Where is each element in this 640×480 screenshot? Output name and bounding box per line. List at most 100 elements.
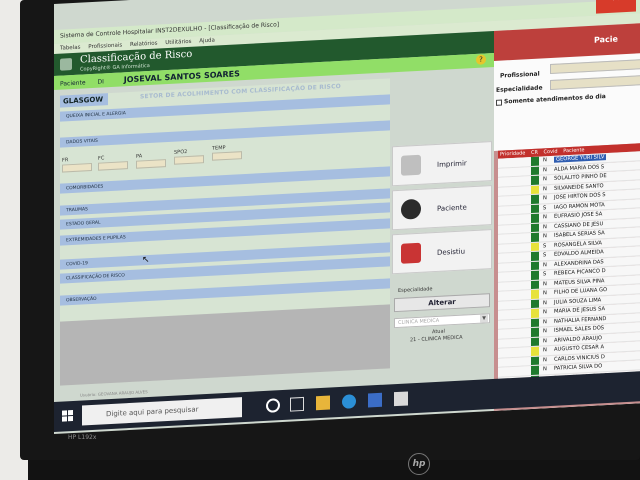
covid-cell: N: [543, 328, 547, 335]
patient-name-cell: MARIA DE JESUS SA: [554, 306, 606, 315]
patient-name-cell: PATRICIA SILVA DO: [554, 363, 603, 372]
windows-start-icon[interactable]: [62, 410, 74, 423]
covid-cell: N: [543, 337, 547, 344]
covid-cell: N: [543, 233, 547, 240]
tab-glasgow[interactable]: GLASGOW: [60, 93, 108, 108]
covid-cell: N: [543, 214, 547, 221]
imprimir-button[interactable]: Imprimir: [392, 141, 492, 187]
file-explorer-icon[interactable]: [316, 395, 330, 411]
photo: ☺ Sistema de Controle Hospitalar INST2DE…: [0, 0, 640, 480]
covid-cell: N: [543, 185, 547, 192]
especialidade-field[interactable]: [550, 74, 640, 91]
especialidade-label: Especialidade: [398, 286, 433, 294]
patient-name-cell: ISABELA SERIAS SA: [554, 230, 605, 239]
menu-relatorios[interactable]: Relatórios: [130, 41, 157, 48]
paciente-button[interactable]: Paciente: [392, 185, 492, 231]
especialidade-filter-label: Especialidade: [496, 84, 543, 94]
close-button[interactable]: ×: [596, 0, 636, 14]
menu-profissionais[interactable]: Profissionais: [88, 42, 122, 50]
vital-fr-label: FR: [62, 157, 69, 164]
covid-cell: S: [543, 204, 547, 211]
vital-fc-label: FC: [98, 155, 105, 162]
empty-area: [60, 304, 390, 386]
col-cr[interactable]: CR: [531, 150, 538, 156]
taskbar-search-input[interactable]: Digite aqui para pesquisar: [82, 397, 242, 426]
chevron-down-icon: ▼: [480, 314, 488, 323]
risk-color-cell: [531, 204, 539, 215]
patient-name-cell: ROSANGELA SILVA: [554, 239, 602, 249]
edge-icon[interactable]: [342, 394, 356, 409]
covid-cell: S: [543, 271, 547, 278]
checkbox-icon: [496, 99, 502, 106]
temp-input[interactable]: [212, 151, 242, 161]
risk-color-cell: [531, 318, 539, 329]
vital-pa-label: PA: [136, 153, 143, 160]
covid-cell: N: [543, 356, 547, 363]
atual-value: 21 - CLINICA MEDICA: [410, 334, 463, 344]
covid-cell: N: [543, 366, 547, 373]
covid-cell: N: [543, 166, 547, 173]
risk-color-cell: [531, 327, 539, 338]
risk-color-cell: [531, 308, 539, 319]
covid-cell: N: [543, 299, 547, 306]
patient-name-cell: FILHO DE LUANA GO: [554, 287, 608, 296]
section-queixa[interactable]: QUEIXA INICIAL E ALERGIA: [60, 94, 390, 122]
task-view-icon[interactable]: [290, 396, 304, 412]
menu-tabelas[interactable]: Tabelas: [60, 45, 80, 52]
snipping-tool-icon[interactable]: [394, 391, 408, 407]
covid-cell: S: [543, 252, 547, 259]
risk-color-cell: [531, 346, 539, 357]
patient-name-cell: MATEUS SILVA PINA: [554, 277, 605, 287]
risk-color-cell: [531, 232, 539, 243]
covid-cell: N: [543, 261, 547, 268]
printer-icon: [401, 154, 421, 176]
spo2-input[interactable]: [174, 155, 204, 165]
profissional-field[interactable]: [550, 58, 640, 75]
risk-color-cell: [531, 280, 539, 291]
patient-label: Paciente: [60, 79, 86, 88]
fr-input[interactable]: [62, 163, 92, 173]
patient-name-cell: IAGO RAMON MOTA: [554, 201, 605, 211]
cortana-icon[interactable]: [266, 398, 280, 413]
covid-cell: N: [543, 318, 547, 325]
microphone-icon: [401, 198, 421, 220]
somente-checkbox[interactable]: Somente atendimentos do dia: [496, 93, 606, 106]
pa-input[interactable]: [136, 159, 166, 169]
menu-ajuda[interactable]: Ajuda: [199, 38, 215, 45]
col-paciente[interactable]: Paciente: [563, 147, 584, 154]
risk-color-cell: [531, 365, 539, 376]
covid-cell: N: [543, 223, 547, 230]
section-observacao[interactable]: OBSERVAÇÃO: [60, 278, 390, 306]
queue-rows: N GEORGE YURI SILV N ALDA MARIA DOS S N SOLAL…: [498, 151, 640, 406]
desistiu-button[interactable]: Desistiu: [392, 229, 492, 275]
col-covid[interactable]: Covid: [544, 149, 558, 156]
triage-form: GLASGOW SETOR DE ACOLHIMENTO COM CLASSIF…: [60, 78, 390, 386]
especialidade-select[interactable]: CLINICA MEDICA ▼: [394, 313, 490, 329]
vital-temp-label: TEMP: [212, 145, 226, 152]
risk-color-cell: [531, 242, 539, 253]
fc-input[interactable]: [98, 161, 128, 171]
risk-color-cell: [531, 156, 539, 167]
risk-color-cell: [531, 194, 539, 205]
help-icon[interactable]: ?: [476, 54, 486, 65]
somente-label: Somente atendimentos do dia: [504, 93, 606, 106]
risk-color-cell: [531, 223, 539, 234]
menu-utilitarios[interactable]: Utilitários: [165, 39, 191, 46]
alterar-button[interactable]: Alterar: [394, 293, 490, 313]
vital-spo2: SPO2: [174, 148, 204, 165]
patient-name-cell: SOLALITO PINHO DE: [554, 173, 607, 182]
risk-color-cell: [531, 270, 539, 281]
risk-color-cell: [531, 356, 539, 367]
vital-fc: FC: [98, 154, 128, 171]
covid-cell: N: [543, 290, 547, 297]
especialidade-select-value: CLINICA MEDICA: [398, 317, 440, 326]
patient-queue: Prioridade CR Covid Paciente N GEORGE YUR…: [494, 143, 640, 411]
mouse-cursor-icon: ↖: [142, 254, 150, 266]
hp-logo-icon: hp: [408, 453, 430, 475]
covid-cell: N: [543, 309, 547, 316]
risk-color-cell: [531, 166, 539, 177]
risk-color-cell: [531, 175, 539, 186]
patient-name-cell: JULIA SOUZA LIMA: [554, 296, 602, 306]
app-icon[interactable]: [368, 392, 382, 408]
monitor-model: HP L192x: [68, 434, 97, 441]
